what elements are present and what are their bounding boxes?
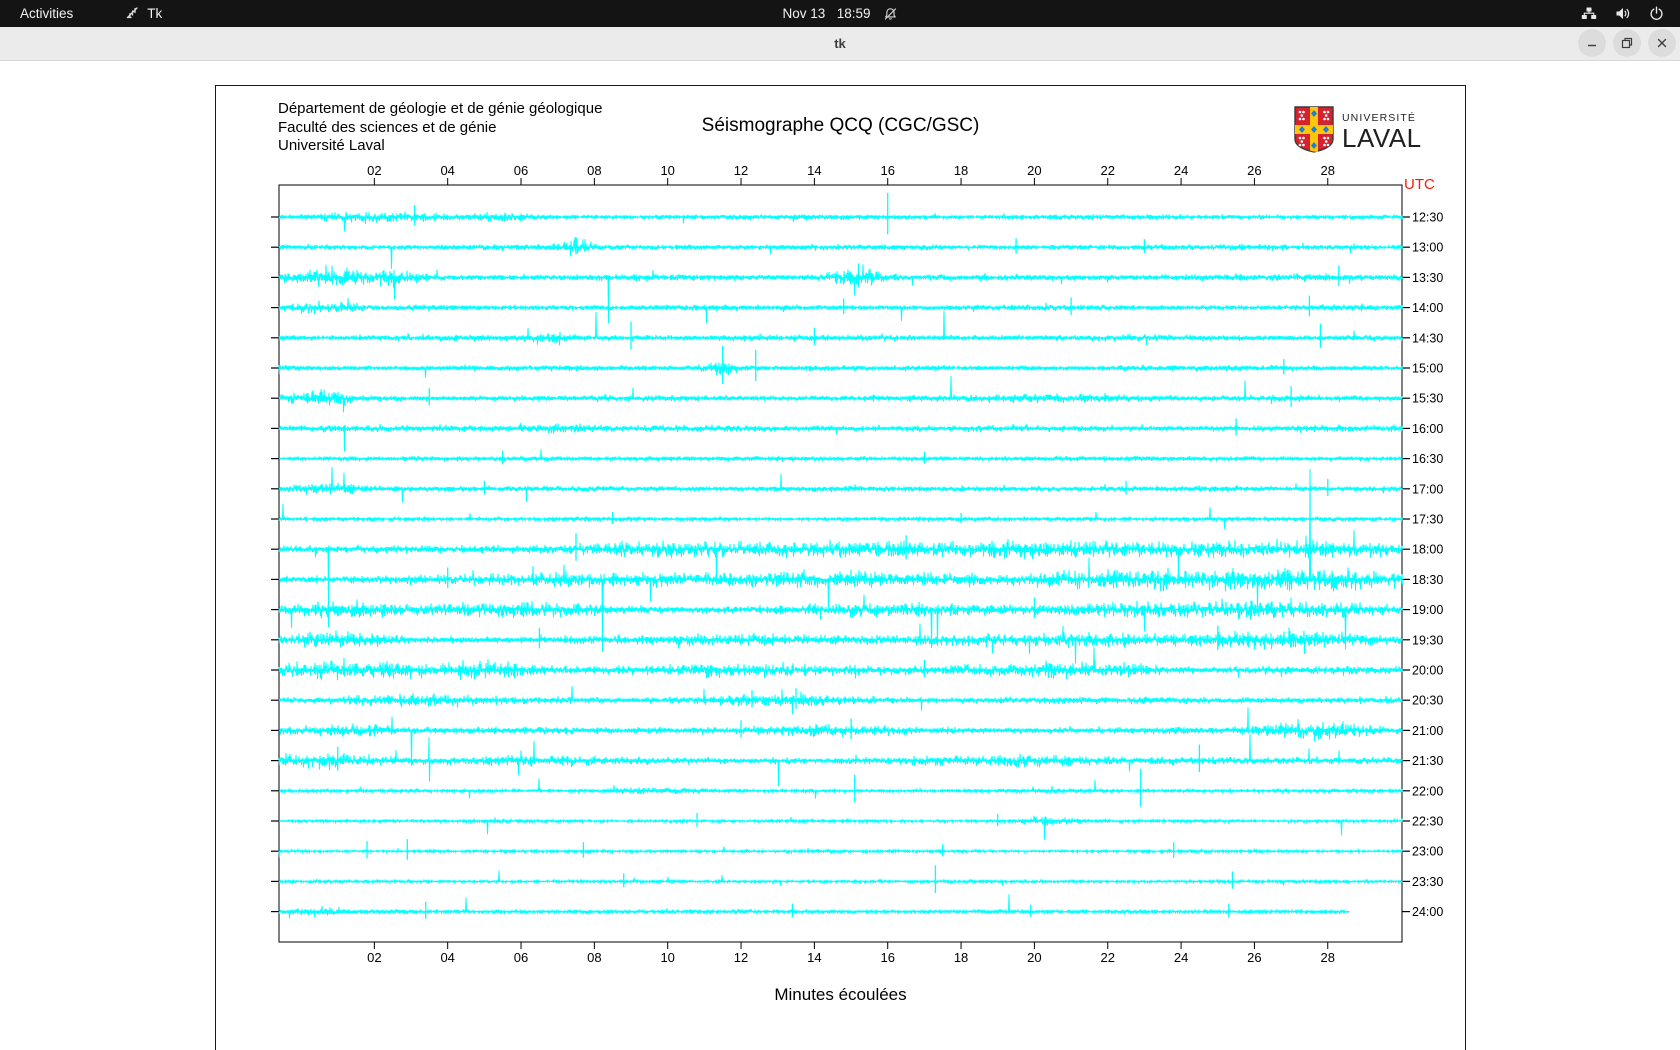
row-time-label: 17:00 [1412,482,1443,496]
maximize-button[interactable] [1613,29,1641,57]
row-time-label: 21:30 [1412,754,1443,768]
minimize-button[interactable] [1578,29,1606,57]
volume-icon [1615,6,1631,21]
row-time-label: 23:30 [1412,875,1443,889]
network-icon [1581,6,1597,21]
app-menu-label: Tk [147,6,162,21]
trace-row [279,871,1403,886]
trace-row [279,467,1403,502]
utc-axis-label: UTC [1404,176,1435,193]
trace-row [279,449,1403,462]
desktop: Activities Tk Nov 13 18:5 [0,0,1680,1050]
clock-time: 18:59 [837,6,871,21]
row-time-label: 20:00 [1412,664,1443,678]
row-time-label: 15:00 [1412,362,1443,376]
x-tick-label-top: 08 [587,163,601,178]
x-tick-label-top: 22 [1101,163,1115,178]
tk-feather-icon [125,5,140,23]
window-content: Département de géologie et de génie géol… [0,61,1680,1050]
x-tick-label-top: 14 [807,163,821,178]
row-time-label: 24:00 [1412,905,1443,919]
x-tick-label-top: 26 [1247,163,1261,178]
row-time-label: 22:30 [1412,815,1443,829]
row-time-label: 16:00 [1412,422,1443,436]
row-time-label: 18:30 [1412,573,1443,587]
x-tick-label-top: 06 [514,163,528,178]
trace-row [279,847,1403,858]
row-time-label: 18:00 [1412,543,1443,557]
trace-row [279,363,1403,378]
row-time-label: 19:30 [1412,633,1443,647]
trace-row [279,779,1403,799]
app-menu-button[interactable]: Tk [113,0,174,27]
x-tick-label-top: 20 [1027,163,1041,178]
trace-row [279,647,1403,680]
row-time-label: 12:30 [1412,211,1443,225]
row-time-label: 23:00 [1412,845,1443,859]
x-tick-label-top: 02 [367,163,381,178]
clock-menu-button[interactable]: Nov 13 18:59 [782,0,897,27]
x-tick-label-bottom: 04 [440,950,454,965]
row-time-label: 14:00 [1412,301,1443,315]
notifications-muted-icon [884,7,898,21]
close-button[interactable] [1648,29,1676,57]
x-tick-label-bottom: 12 [734,950,748,965]
row-time-label: 15:30 [1412,392,1443,406]
trace-row [279,311,1403,346]
trace-row [279,707,1403,765]
x-tick-label-bottom: 20 [1027,950,1041,965]
trace-row [279,686,1403,714]
x-tick-label-bottom: 24 [1174,950,1188,965]
x-axis-label: Minutes écoulées [216,985,1465,1005]
trace-row [279,298,1403,323]
trace-row [279,237,1403,269]
x-tick-label-bottom: 18 [954,950,968,965]
plot-frame [279,185,1402,942]
trace-row [279,624,1403,664]
trace-row [279,894,1350,918]
trace-row [279,376,1403,412]
window-title: tk [0,27,1680,60]
activities-button[interactable]: Activities [8,0,85,27]
row-time-label: 21:00 [1412,724,1443,738]
x-tick-label-top: 04 [440,163,454,178]
power-icon [1649,6,1664,21]
system-status-area[interactable] [1581,0,1680,27]
row-time-label: 13:30 [1412,271,1443,285]
trace-row [279,212,1403,232]
gnome-top-bar: Activities Tk Nov 13 18:5 [0,0,1680,27]
trace-row [279,423,1403,452]
x-tick-label-bottom: 28 [1321,950,1335,965]
x-tick-label-bottom: 14 [807,950,821,965]
x-tick-label-top: 24 [1174,163,1188,178]
x-tick-label-bottom: 10 [660,950,674,965]
x-tick-label-bottom: 26 [1247,950,1261,965]
trace-row [279,816,1403,840]
x-tick-label-top: 16 [880,163,894,178]
x-tick-label-top: 18 [954,163,968,178]
row-time-label: 17:30 [1412,513,1443,527]
x-tick-label-bottom: 16 [880,950,894,965]
window-titlebar[interactable]: tk [0,27,1680,61]
row-time-label: 13:00 [1412,241,1443,255]
row-time-label: 16:30 [1412,452,1443,466]
x-tick-label-bottom: 22 [1101,950,1115,965]
trace-row [279,734,1403,786]
x-tick-label-bottom: 02 [367,950,381,965]
trace-row [279,264,1403,323]
x-tick-label-top: 10 [660,163,674,178]
trace-row [279,504,1403,529]
x-tick-label-bottom: 08 [587,950,601,965]
x-tick-label-top: 28 [1321,163,1335,178]
seismogram-plot: 02 02 04 04 06 06 08 08 10 10 12 12 14 14 16 16 18 18 20 20… [216,86,1465,1050]
x-tick-label-bottom: 06 [514,950,528,965]
clock-date: Nov 13 [782,6,825,21]
row-time-label: 14:30 [1412,331,1443,345]
row-time-label: 20:30 [1412,694,1443,708]
x-tick-label-top: 12 [734,163,748,178]
row-time-label: 19:00 [1412,603,1443,617]
seismograph-page: Département de géologie et de génie géol… [215,85,1466,1050]
row-time-label: 22:00 [1412,784,1443,798]
trace-row [279,469,1403,652]
